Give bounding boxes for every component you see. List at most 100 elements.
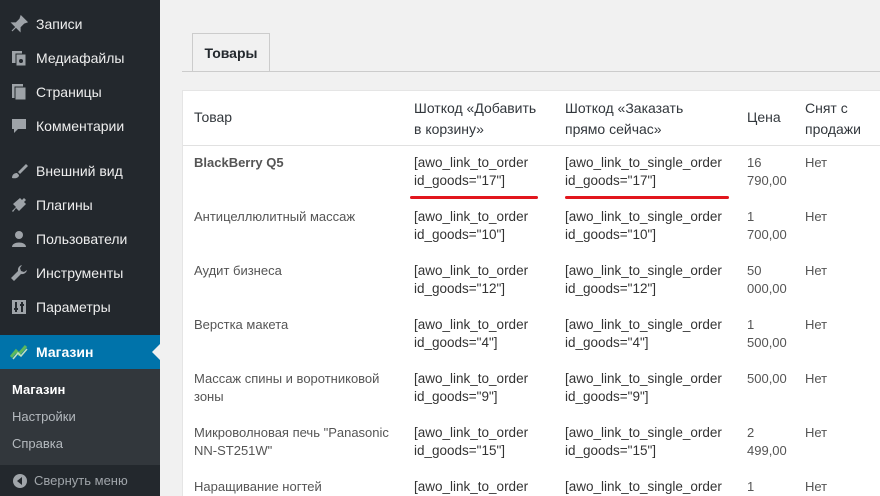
order-now-shortcode: [awo_link_to_single_order: [565, 209, 722, 224]
add-to-cart-shortcode: [awo_link_to_order: [414, 209, 529, 224]
price: 1: [747, 479, 755, 494]
highlight-underline: [565, 196, 729, 199]
product-name: Микроволновая печь "Panasonic: [194, 425, 389, 440]
pages-icon: [9, 83, 29, 101]
menu-item-label: Медиафайлы: [36, 50, 125, 66]
highlight-underline: [410, 196, 538, 199]
add-to-cart-shortcode: [awo_link_to_order: [414, 263, 529, 278]
active-arrow: [152, 344, 160, 360]
submenu-item-shop[interactable]: Магазин: [12, 382, 65, 397]
price: 1: [747, 209, 755, 224]
add-to-cart-shortcode-id: id_goods="4"]: [414, 335, 498, 350]
menu-item-tools[interactable]: Инструменты: [0, 256, 160, 290]
menu-item-label: Внешний вид: [36, 163, 123, 179]
add-to-cart-shortcode: [awo_link_to_order: [414, 155, 529, 170]
order-now-shortcode-id: id_goods="17"]: [565, 173, 657, 188]
product-name: Аудит бизнеса: [194, 263, 282, 278]
menu-item-label: Плагины: [36, 197, 93, 213]
header-removed-l1: Снят с: [805, 100, 848, 116]
removed-status: Нет: [805, 263, 828, 278]
order-now-shortcode: [awo_link_to_single_order: [565, 263, 722, 278]
order-now-shortcode-id: id_goods="9"]: [565, 389, 649, 404]
submenu-item-help[interactable]: Справка: [12, 436, 63, 451]
removed-status: Нет: [805, 371, 828, 386]
order-now-shortcode: [awo_link_to_single_order: [565, 155, 722, 170]
removed-status: Нет: [805, 479, 828, 494]
tab-products[interactable]: Товары: [192, 33, 270, 71]
header-divider: [183, 145, 880, 146]
products-table: Товар Шоткод «Добавить в корзину» Шоткод…: [182, 90, 880, 496]
menu-item-label: Комментарии: [36, 118, 125, 134]
order-now-shortcode-id: id_goods="15"]: [565, 443, 657, 458]
menu-item-shop[interactable]: Магазин: [0, 335, 160, 369]
price-cont: 000,00: [747, 281, 787, 296]
price-cont: 700,00: [747, 227, 787, 242]
price: 2: [747, 425, 755, 440]
pin-icon: [9, 15, 29, 33]
menu-item-settings[interactable]: Параметры: [0, 290, 160, 324]
tab-divider: [182, 71, 880, 72]
menu-item-label: Страницы: [36, 84, 102, 100]
price: 1: [747, 317, 755, 332]
plugins-icon: [9, 196, 29, 214]
submenu-item-settings[interactable]: Настройки: [12, 409, 76, 424]
menu-item-label: Пользователи: [36, 231, 128, 247]
tools-icon: [9, 264, 29, 282]
header-removed-l2: продажи: [805, 121, 861, 137]
users-icon: [9, 230, 29, 248]
product-name: Наращивание ногтей: [194, 479, 322, 494]
settings-icon: [9, 298, 29, 316]
collapse-menu-button[interactable]: Свернуть меню: [0, 465, 160, 496]
price: 16: [747, 155, 762, 170]
add-to-cart-shortcode: [awo_link_to_order: [414, 317, 529, 332]
admin-sidebar: Записи Медиафайлы Страницы Комментарии В…: [0, 0, 160, 496]
price: 50: [747, 263, 762, 278]
comments-icon: [9, 117, 29, 135]
header-price: Цена: [747, 109, 781, 125]
order-now-shortcode: [awo_link_to_single_order: [565, 317, 722, 332]
menu-item-appearance[interactable]: Внешний вид: [0, 154, 160, 188]
removed-status: Нет: [805, 317, 828, 332]
product-name-cont: зоны: [194, 389, 224, 404]
menu-item-users[interactable]: Пользователи: [0, 222, 160, 256]
add-to-cart-shortcode-id: id_goods="15"]: [414, 443, 506, 458]
add-to-cart-shortcode-id: id_goods="17"]: [414, 173, 506, 188]
media-icon: [9, 49, 29, 67]
menu-item-label: Параметры: [36, 299, 111, 315]
shop-submenu: Магазин Настройки Справка: [0, 369, 160, 465]
order-now-shortcode-id: id_goods="4"]: [565, 335, 649, 350]
appearance-icon: [9, 162, 29, 180]
menu-item-posts[interactable]: Записи: [0, 7, 160, 41]
product-name: Верстка макета: [194, 317, 289, 332]
order-now-shortcode: [awo_link_to_single_order: [565, 425, 722, 440]
header-add-to-cart-l2: в корзину»: [414, 121, 484, 137]
header-order-now-l1: Шоткод «Заказать: [565, 100, 684, 116]
add-to-cart-shortcode: [awo_link_to_order: [414, 371, 529, 386]
product-name-cont: NN-ST251W": [194, 443, 273, 458]
menu-item-label: Магазин: [36, 344, 94, 360]
add-to-cart-shortcode-id: id_goods="9"]: [414, 389, 498, 404]
product-name: Антицеллюлитный массаж: [194, 209, 356, 224]
product-name: Массаж спины и воротниковой: [194, 371, 380, 386]
menu-item-plugins[interactable]: Плагины: [0, 188, 160, 222]
price: 500,00: [747, 371, 787, 386]
price-cont: 500,00: [747, 335, 787, 350]
removed-status: Нет: [805, 425, 828, 440]
order-now-shortcode-id: id_goods="10"]: [565, 227, 657, 242]
add-to-cart-shortcode: [awo_link_to_order: [414, 479, 529, 494]
collapse-arrow-icon: [12, 473, 28, 489]
order-now-shortcode-id: id_goods="12"]: [565, 281, 657, 296]
price-cont: 790,00: [747, 173, 787, 188]
header-order-now-l2: прямо сейчас»: [565, 121, 662, 137]
menu-item-comments[interactable]: Комментарии: [0, 109, 160, 143]
header-add-to-cart-l1: Шоткод «Добавить: [414, 100, 537, 116]
price-cont: 499,00: [747, 443, 787, 458]
menu-item-media[interactable]: Медиафайлы: [0, 41, 160, 75]
removed-status: Нет: [805, 209, 828, 224]
shop-icon: [9, 343, 29, 361]
order-now-shortcode: [awo_link_to_single_order: [565, 371, 722, 386]
menu-item-pages[interactable]: Страницы: [0, 75, 160, 109]
menu-item-label: Инструменты: [36, 265, 124, 281]
removed-status: Нет: [805, 155, 828, 170]
header-product: Товар: [194, 109, 233, 125]
